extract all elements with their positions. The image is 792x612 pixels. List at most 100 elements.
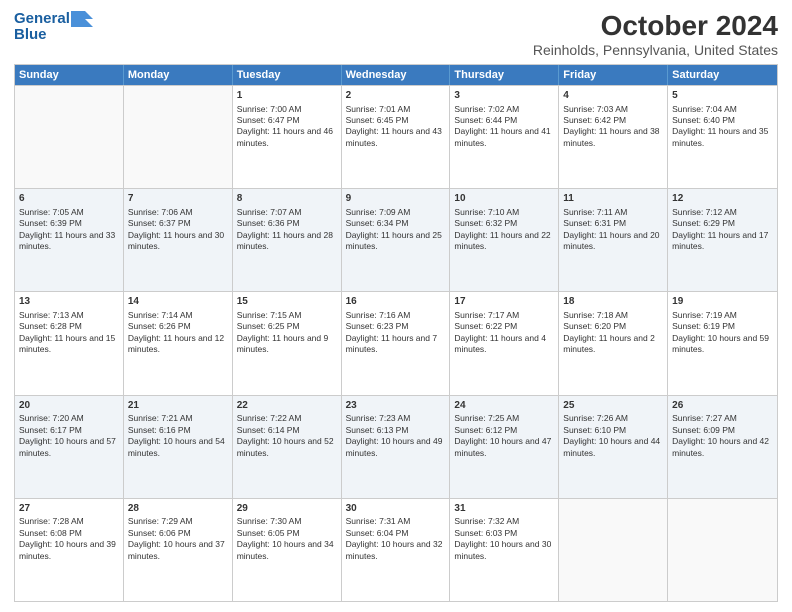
day-info-line: Sunrise: 7:31 AM — [346, 516, 446, 527]
day-info-line: Daylight: 11 hours and 7 minutes. — [346, 333, 446, 356]
day-info-line: Sunrise: 7:13 AM — [19, 310, 119, 321]
logo: General Blue — [14, 10, 93, 44]
calendar-header: SundayMondayTuesdayWednesdayThursdayFrid… — [15, 65, 777, 85]
day-info-line: Sunset: 6:25 PM — [237, 321, 337, 332]
day-info-line: Sunrise: 7:28 AM — [19, 516, 119, 527]
day-info-line: Sunset: 6:29 PM — [672, 218, 773, 229]
day-number: 18 — [563, 295, 663, 309]
day-info-line: Sunrise: 7:15 AM — [237, 310, 337, 321]
day-info-line: Daylight: 10 hours and 57 minutes. — [19, 436, 119, 459]
day-info-line: Sunrise: 7:14 AM — [128, 310, 228, 321]
day-info-line: Sunrise: 7:21 AM — [128, 413, 228, 424]
day-info-line: Daylight: 10 hours and 59 minutes. — [672, 333, 773, 356]
calendar-week: 20Sunrise: 7:20 AMSunset: 6:17 PMDayligh… — [15, 395, 777, 498]
calendar-day-cell: 7Sunrise: 7:06 AMSunset: 6:37 PMDaylight… — [124, 189, 233, 291]
day-info-line: Sunrise: 7:29 AM — [128, 516, 228, 527]
day-number: 3 — [454, 89, 554, 103]
day-info-line: Daylight: 11 hours and 38 minutes. — [563, 126, 663, 149]
day-info-line: Sunset: 6:23 PM — [346, 321, 446, 332]
day-info-line: Sunset: 6:47 PM — [237, 115, 337, 126]
day-info-line: Daylight: 11 hours and 22 minutes. — [454, 230, 554, 253]
day-info-line: Sunset: 6:32 PM — [454, 218, 554, 229]
day-info-line: Daylight: 11 hours and 28 minutes. — [237, 230, 337, 253]
day-info-line: Daylight: 11 hours and 43 minutes. — [346, 126, 446, 149]
day-info-line: Sunrise: 7:10 AM — [454, 207, 554, 218]
day-info-line: Sunrise: 7:27 AM — [672, 413, 773, 424]
day-info-line: Sunset: 6:19 PM — [672, 321, 773, 332]
day-info-line: Sunset: 6:05 PM — [237, 528, 337, 539]
day-number: 22 — [237, 399, 337, 413]
day-number: 4 — [563, 89, 663, 103]
calendar-header-cell: Tuesday — [233, 65, 342, 85]
page: General Blue October 2024 Reinholds, Pen… — [0, 0, 792, 612]
calendar-day-cell: 25Sunrise: 7:26 AMSunset: 6:10 PMDayligh… — [559, 396, 668, 498]
day-number: 8 — [237, 192, 337, 206]
day-number: 7 — [128, 192, 228, 206]
day-info-line: Sunset: 6:34 PM — [346, 218, 446, 229]
day-info-line: Daylight: 10 hours and 32 minutes. — [346, 539, 446, 562]
day-info-line: Sunset: 6:17 PM — [19, 425, 119, 436]
day-info-line: Daylight: 11 hours and 25 minutes. — [346, 230, 446, 253]
day-info-line: Sunrise: 7:03 AM — [563, 104, 663, 115]
calendar-week: 13Sunrise: 7:13 AMSunset: 6:28 PMDayligh… — [15, 291, 777, 394]
day-info-line: Sunset: 6:40 PM — [672, 115, 773, 126]
day-info-line: Sunrise: 7:25 AM — [454, 413, 554, 424]
day-info-line: Sunrise: 7:05 AM — [19, 207, 119, 218]
day-info-line: Sunrise: 7:18 AM — [563, 310, 663, 321]
calendar-day-cell: 31Sunrise: 7:32 AMSunset: 6:03 PMDayligh… — [450, 499, 559, 601]
day-info-line: Sunrise: 7:32 AM — [454, 516, 554, 527]
day-info-line: Sunset: 6:08 PM — [19, 528, 119, 539]
day-number: 14 — [128, 295, 228, 309]
calendar-day-cell: 17Sunrise: 7:17 AMSunset: 6:22 PMDayligh… — [450, 292, 559, 394]
title-block: October 2024 Reinholds, Pennsylvania, Un… — [533, 10, 778, 58]
day-number: 2 — [346, 89, 446, 103]
calendar-day-cell: 12Sunrise: 7:12 AMSunset: 6:29 PMDayligh… — [668, 189, 777, 291]
calendar-day-cell: 19Sunrise: 7:19 AMSunset: 6:19 PMDayligh… — [668, 292, 777, 394]
day-info-line: Sunset: 6:44 PM — [454, 115, 554, 126]
calendar-day-cell: 14Sunrise: 7:14 AMSunset: 6:26 PMDayligh… — [124, 292, 233, 394]
day-info-line: Sunset: 6:04 PM — [346, 528, 446, 539]
day-info-line: Sunrise: 7:01 AM — [346, 104, 446, 115]
day-info-line: Daylight: 10 hours and 49 minutes. — [346, 436, 446, 459]
day-info-line: Daylight: 11 hours and 41 minutes. — [454, 126, 554, 149]
day-info-line: Sunrise: 7:11 AM — [563, 207, 663, 218]
day-info-line: Sunset: 6:06 PM — [128, 528, 228, 539]
day-info-line: Sunrise: 7:22 AM — [237, 413, 337, 424]
day-info-line: Sunrise: 7:30 AM — [237, 516, 337, 527]
day-info-line: Daylight: 10 hours and 47 minutes. — [454, 436, 554, 459]
day-number: 21 — [128, 399, 228, 413]
calendar-day-cell: 28Sunrise: 7:29 AMSunset: 6:06 PMDayligh… — [124, 499, 233, 601]
day-info-line: Sunrise: 7:09 AM — [346, 207, 446, 218]
calendar-day-cell: 26Sunrise: 7:27 AMSunset: 6:09 PMDayligh… — [668, 396, 777, 498]
day-number: 11 — [563, 192, 663, 206]
day-number: 29 — [237, 502, 337, 516]
day-number: 16 — [346, 295, 446, 309]
calendar-day-cell: 9Sunrise: 7:09 AMSunset: 6:34 PMDaylight… — [342, 189, 451, 291]
day-number: 12 — [672, 192, 773, 206]
calendar-day-cell: 16Sunrise: 7:16 AMSunset: 6:23 PMDayligh… — [342, 292, 451, 394]
day-number: 17 — [454, 295, 554, 309]
calendar-day-cell: 13Sunrise: 7:13 AMSunset: 6:28 PMDayligh… — [15, 292, 124, 394]
day-info-line: Daylight: 11 hours and 2 minutes. — [563, 333, 663, 356]
calendar-day-cell: 23Sunrise: 7:23 AMSunset: 6:13 PMDayligh… — [342, 396, 451, 498]
calendar-day-cell: 5Sunrise: 7:04 AMSunset: 6:40 PMDaylight… — [668, 86, 777, 188]
day-info-line: Daylight: 10 hours and 44 minutes. — [563, 436, 663, 459]
calendar-day-cell: 24Sunrise: 7:25 AMSunset: 6:12 PMDayligh… — [450, 396, 559, 498]
day-info-line: Daylight: 11 hours and 35 minutes. — [672, 126, 773, 149]
day-number: 19 — [672, 295, 773, 309]
day-info-line: Sunrise: 7:16 AM — [346, 310, 446, 321]
day-number: 25 — [563, 399, 663, 413]
day-info-line: Sunrise: 7:17 AM — [454, 310, 554, 321]
calendar-day-cell: 30Sunrise: 7:31 AMSunset: 6:04 PMDayligh… — [342, 499, 451, 601]
day-number: 26 — [672, 399, 773, 413]
calendar-week: 1Sunrise: 7:00 AMSunset: 6:47 PMDaylight… — [15, 85, 777, 188]
calendar-week: 6Sunrise: 7:05 AMSunset: 6:39 PMDaylight… — [15, 188, 777, 291]
day-number: 23 — [346, 399, 446, 413]
calendar-day-cell: 1Sunrise: 7:00 AMSunset: 6:47 PMDaylight… — [233, 86, 342, 188]
calendar-day-cell: 11Sunrise: 7:11 AMSunset: 6:31 PMDayligh… — [559, 189, 668, 291]
day-info-line: Sunset: 6:37 PM — [128, 218, 228, 229]
calendar-day-cell: 18Sunrise: 7:18 AMSunset: 6:20 PMDayligh… — [559, 292, 668, 394]
calendar-day-cell: 27Sunrise: 7:28 AMSunset: 6:08 PMDayligh… — [15, 499, 124, 601]
day-info-line: Sunrise: 7:12 AM — [672, 207, 773, 218]
day-info-line: Sunrise: 7:26 AM — [563, 413, 663, 424]
